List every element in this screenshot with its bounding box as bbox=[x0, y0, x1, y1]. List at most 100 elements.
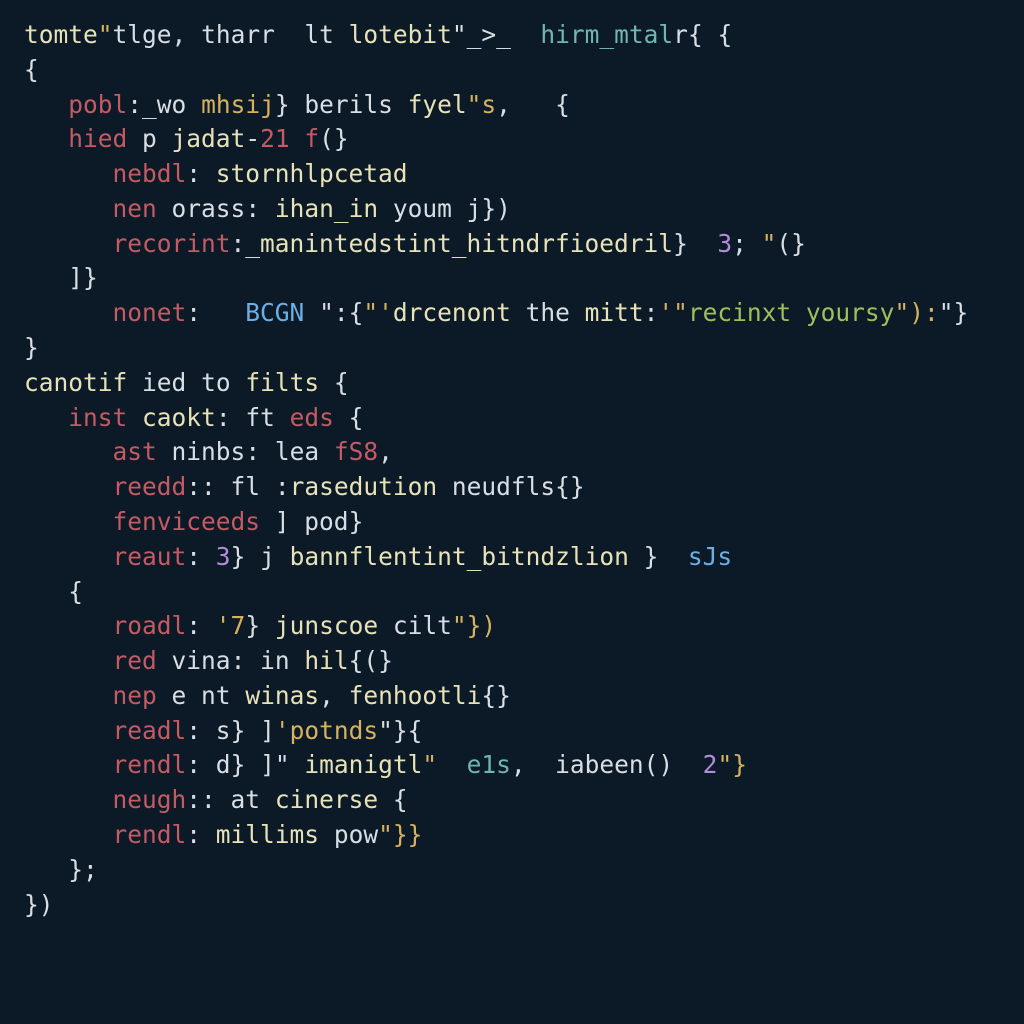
code-token: fenhootli bbox=[349, 681, 482, 710]
code-token: in bbox=[260, 646, 290, 675]
code-token: , bbox=[319, 681, 349, 710]
code-line: reedd:: fl :rasedution neudfls{} bbox=[24, 470, 1000, 505]
code-token: "}} bbox=[378, 820, 422, 849]
code-token: } ] bbox=[231, 716, 275, 745]
code-token: } j bbox=[231, 542, 290, 571]
code-token bbox=[157, 437, 172, 466]
code-token: lotebit bbox=[349, 20, 452, 49]
code-token: , bbox=[172, 20, 202, 49]
code-token: jadat bbox=[172, 124, 246, 153]
code-token: roadl bbox=[113, 611, 187, 640]
code-token bbox=[260, 785, 275, 814]
code-token: vina bbox=[172, 646, 231, 675]
code-token: } bbox=[349, 507, 364, 536]
code-token: , bbox=[378, 437, 393, 466]
code-line: nep e nt winas, fenhootli{} bbox=[24, 679, 1000, 714]
code-token: } bbox=[629, 542, 688, 571]
code-token bbox=[186, 90, 201, 119]
code-line: }) bbox=[24, 888, 1000, 923]
code-token: bannflentint_bitndzlion bbox=[290, 542, 629, 571]
code-token: : bbox=[186, 716, 216, 745]
code-line: recorint:_manintedstint_hitndrfioedril} … bbox=[24, 227, 1000, 262]
code-token: : bbox=[186, 750, 216, 779]
code-token: : bbox=[245, 437, 275, 466]
code-token: s bbox=[216, 716, 231, 745]
code-token: nonet bbox=[113, 298, 187, 327]
code-token: mitt bbox=[585, 298, 644, 327]
code-token: ; bbox=[732, 229, 747, 258]
code-token: berils bbox=[304, 90, 393, 119]
code-token: {(} bbox=[349, 646, 393, 675]
code-token: "s bbox=[467, 90, 497, 119]
code-token: ihan_in bbox=[275, 194, 378, 223]
code-line: nonet: BCGN ":{"'drcenont the mitt:'"rec… bbox=[24, 296, 1000, 331]
code-token: readl bbox=[113, 716, 187, 745]
code-token: {} bbox=[481, 681, 511, 710]
code-token: cilt bbox=[393, 611, 452, 640]
code-token: rasedution bbox=[290, 472, 438, 501]
code-line: rendl: millims pow"}} bbox=[24, 818, 1000, 853]
code-token bbox=[275, 20, 305, 49]
code-token: : bbox=[231, 646, 261, 675]
code-token: : bbox=[186, 611, 216, 640]
code-token: pod bbox=[304, 507, 348, 536]
code-token: lea bbox=[275, 437, 319, 466]
code-token: "} bbox=[939, 298, 969, 327]
code-token: hirm_mtal bbox=[540, 20, 673, 49]
code-token: ast bbox=[113, 437, 157, 466]
code-token: tlge bbox=[113, 20, 172, 49]
code-token: r bbox=[673, 20, 688, 49]
code-token: : bbox=[186, 298, 245, 327]
code-token: j}) bbox=[452, 194, 511, 223]
code-token: BCGN bbox=[245, 298, 304, 327]
code-line: roadl: '7} junscoe cilt"}) bbox=[24, 609, 1000, 644]
code-token bbox=[157, 646, 172, 675]
code-token: () bbox=[644, 750, 703, 779]
code-token: 2 bbox=[703, 750, 718, 779]
code-line: tomte"tlge, tharr lt lotebit"_>_ hirm_mt… bbox=[24, 18, 1000, 53]
code-token bbox=[393, 90, 408, 119]
code-token: the bbox=[511, 298, 585, 327]
code-token bbox=[378, 194, 393, 223]
code-token: cinerse bbox=[275, 785, 378, 814]
code-token: recinxt yoursy bbox=[688, 298, 895, 327]
code-token: neugh bbox=[113, 785, 187, 814]
code-token: "): bbox=[894, 298, 938, 327]
code-token: eds bbox=[290, 403, 334, 432]
code-token: pow bbox=[334, 820, 378, 849]
code-token: f bbox=[290, 124, 320, 153]
code-token: tomte bbox=[24, 20, 98, 49]
code-token: , bbox=[511, 750, 555, 779]
code-token: }) bbox=[24, 890, 54, 919]
code-token: } bbox=[24, 333, 39, 362]
code-token: pobl bbox=[68, 90, 127, 119]
code-line: } bbox=[24, 331, 1000, 366]
code-token bbox=[186, 368, 201, 397]
code-line: pobl:_wo mhsij} berils fyel"s, { bbox=[24, 88, 1000, 123]
code-token: youm bbox=[393, 194, 452, 223]
code-token: 3 bbox=[216, 542, 231, 571]
code-token: : bbox=[260, 472, 290, 501]
code-token bbox=[127, 403, 142, 432]
code-token bbox=[157, 194, 172, 223]
code-line: readl: s} ]'potnds"}{ bbox=[24, 714, 1000, 749]
code-token: junscoe bbox=[275, 611, 378, 640]
code-token: ":{ bbox=[304, 298, 363, 327]
code-token: rendl bbox=[113, 820, 187, 849]
code-token: }; bbox=[68, 855, 98, 884]
code-token: "' bbox=[363, 298, 393, 327]
code-token: manintedstint_hitndrfioedril bbox=[260, 229, 673, 258]
code-line: nebdl: stornhlpcetad bbox=[24, 157, 1000, 192]
code-token: fenviceeds bbox=[113, 507, 261, 536]
code-token bbox=[290, 646, 305, 675]
code-token bbox=[319, 820, 334, 849]
code-token: reaut bbox=[113, 542, 187, 571]
code-token: " bbox=[98, 20, 113, 49]
code-line: inst caokt: ft eds { bbox=[24, 401, 1000, 436]
code-token: '7 bbox=[216, 611, 246, 640]
code-token: } bbox=[245, 611, 275, 640]
code-token: :_ bbox=[127, 90, 157, 119]
code-editor-surface[interactable]: tomte"tlge, tharr lt lotebit"_>_ hirm_mt… bbox=[0, 0, 1024, 940]
code-token: p bbox=[127, 124, 171, 153]
code-token: stornhlpcetad bbox=[216, 159, 408, 188]
